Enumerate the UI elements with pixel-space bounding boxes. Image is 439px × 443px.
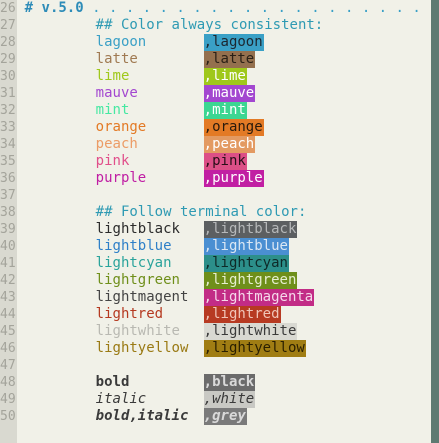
color-name: bold <box>95 374 130 390</box>
color-name: lightgreen <box>95 272 180 288</box>
line-number: 35 <box>0 154 16 169</box>
color-name: purple <box>95 170 147 186</box>
color-name: lightyellow <box>95 340 189 356</box>
line-number: 48 <box>0 375 16 390</box>
line-number: 50 <box>0 409 16 424</box>
color-swatch: ,black <box>203 374 256 391</box>
color-row: mauve ,mauve <box>17 85 439 102</box>
color-row: mint ,mint <box>17 102 439 119</box>
color-name: lagoon <box>95 34 147 50</box>
vertical-scrollbar[interactable] <box>431 0 439 443</box>
color-swatch: ,pink <box>203 153 247 170</box>
color-name: peach <box>95 136 138 152</box>
color-swatch: ,mint <box>203 102 247 119</box>
color-swatch: ,lightblack <box>203 221 298 238</box>
color-row: italic ,white <box>17 391 439 408</box>
color-row: bold,italic ,grey <box>17 408 439 425</box>
comment-terminal: ## Follow terminal color: <box>95 204 307 220</box>
color-swatch: ,lightgreen <box>203 272 298 289</box>
line-number: 41 <box>0 256 16 271</box>
color-name: bold,italic <box>95 408 189 424</box>
version-header: # v.5.0 . . . . . . . . . . . . . . . . … <box>17 0 439 17</box>
color-row: orange ,orange <box>17 119 439 136</box>
line-number: 40 <box>0 239 16 254</box>
color-name: lightcyan <box>95 255 172 271</box>
color-swatch: ,orange <box>203 119 264 136</box>
line-number: 31 <box>0 86 16 101</box>
color-swatch: ,lightcyan <box>203 255 289 272</box>
color-row: lightgreen ,lightgreen <box>17 272 439 289</box>
color-row: lightyellow ,lightyellow <box>17 340 439 357</box>
color-swatch: ,latte <box>203 51 256 68</box>
color-row: lightwhite ,lightwhite <box>17 323 439 340</box>
color-row: bold ,black <box>17 374 439 391</box>
color-row: lightblue ,lightblue <box>17 238 439 255</box>
color-name: lightblack <box>95 221 180 237</box>
color-row: lightblack ,lightblack <box>17 221 439 238</box>
line-number: 46 <box>0 341 16 356</box>
line-number: 32 <box>0 103 16 118</box>
color-swatch: ,purple <box>203 170 264 187</box>
line-number: 26 <box>0 1 16 16</box>
color-row: purple ,purple <box>17 170 439 187</box>
color-name: italic <box>95 391 147 407</box>
style-list: bold ,black italic ,white bold,italic ,grey <box>17 374 439 425</box>
color-swatch: ,grey <box>203 408 247 425</box>
color-name: lime <box>95 68 130 84</box>
color-name: mauve <box>95 85 138 101</box>
color-row: lightcyan ,lightcyan <box>17 255 439 272</box>
line-number: 37 <box>0 188 16 203</box>
line-number: 42 <box>0 273 16 288</box>
color-swatch: ,lagoon <box>203 34 264 51</box>
color-swatch: ,lightred <box>203 306 281 323</box>
color-swatch: ,lime <box>203 68 247 85</box>
line-number: 29 <box>0 52 16 67</box>
color-row: lime ,lime <box>17 68 439 85</box>
comment-consistent: ## Color always consistent: <box>95 17 324 33</box>
terminal-color-list: lightblack ,lightblack lightblue ,lightblue… <box>17 221 439 357</box>
color-swatch: ,lightblue <box>203 238 289 255</box>
color-row: lightred ,lightred <box>17 306 439 323</box>
color-name: pink <box>95 153 130 169</box>
color-swatch: ,white <box>203 391 256 408</box>
color-swatch: ,peach <box>203 136 256 153</box>
consistent-color-list: lagoon ,lagoon latte ,latte lime ,lime mauve ,m… <box>17 34 439 187</box>
color-name: latte <box>95 51 138 67</box>
line-number: 34 <box>0 137 16 152</box>
color-row: pink ,pink <box>17 153 439 170</box>
header-dots: . . . . . . . . . . . . . . . . . . . . … <box>83 0 439 16</box>
line-number: 49 <box>0 392 16 407</box>
color-swatch: ,lightyellow <box>203 340 306 357</box>
line-number: 36 <box>0 171 16 186</box>
line-number: 27 <box>0 18 16 33</box>
line-number: 38 <box>0 205 16 220</box>
color-name: orange <box>95 119 147 135</box>
code-area[interactable]: # v.5.0 . . . . . . . . . . . . . . . . … <box>17 0 439 443</box>
color-swatch: ,lightwhite <box>203 323 298 340</box>
line-number: 47 <box>0 358 16 373</box>
line-number-gutter: 26 27 28 29 30 31 32 33 34 35 36 37 38 39 40 41 42 43 44 45… <box>0 0 17 443</box>
color-row: lightmagent ,lightmagenta <box>17 289 439 306</box>
color-name: lightwhite <box>95 323 180 339</box>
editor-pane[interactable]: 26 27 28 29 30 31 32 33 34 35 36 37 38 39 40 41 42 43 44 45… <box>0 0 438 443</box>
line-number: 43 <box>0 290 16 305</box>
color-name: lightmagent <box>95 289 189 305</box>
line-number: 45 <box>0 324 16 339</box>
color-swatch: ,mauve <box>203 85 256 102</box>
color-row: lagoon ,lagoon <box>17 34 439 51</box>
line-number: 44 <box>0 307 16 322</box>
color-name: lightred <box>95 306 164 322</box>
version-title: # v.5.0 <box>24 0 84 16</box>
line-number: 33 <box>0 120 16 135</box>
color-name: lightblue <box>95 238 172 254</box>
color-row: latte ,latte <box>17 51 439 68</box>
color-name: mint <box>95 102 130 118</box>
line-number: 39 <box>0 222 16 237</box>
color-row: peach ,peach <box>17 136 439 153</box>
line-number: 30 <box>0 69 16 84</box>
color-swatch: ,lightmagenta <box>203 289 315 306</box>
line-number: 28 <box>0 35 16 50</box>
